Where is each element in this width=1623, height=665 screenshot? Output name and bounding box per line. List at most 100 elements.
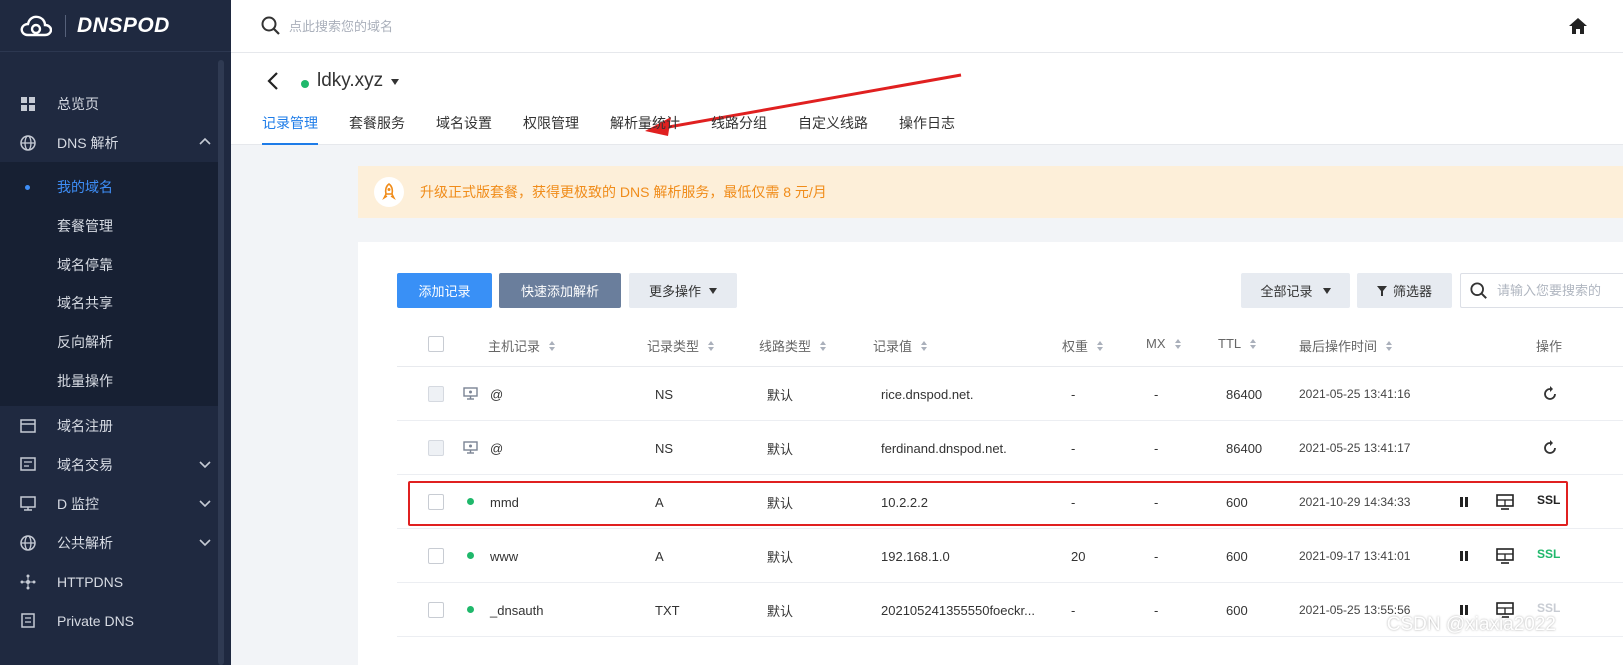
- trade-icon: [20, 457, 36, 473]
- table-row[interactable]: mmd A 默认 10.2.2.2 - - 600 2021-10-29 14:…: [397, 475, 1623, 529]
- cell-mx: -: [1154, 548, 1159, 564]
- chevron-down-icon: [199, 461, 211, 469]
- col-ttl[interactable]: TTL: [1218, 336, 1257, 351]
- row-checkbox[interactable]: [428, 602, 444, 618]
- cell-line: 默认: [767, 441, 794, 457]
- sidebar-item-trade[interactable]: 域名交易: [0, 445, 231, 484]
- search-icon[interactable]: [261, 16, 281, 36]
- tab-records[interactable]: 记录管理: [262, 113, 318, 145]
- ssl-badge[interactable]: SSL: [1537, 601, 1560, 615]
- cell-value: ferdinand.dnspod.net.: [881, 440, 1007, 456]
- sidebar-scrollbar[interactable]: [218, 60, 224, 665]
- ssl-badge[interactable]: SSL: [1537, 493, 1560, 507]
- sidebar-nav: 总览页 DNS 解析 我的域名 套餐管理 域名停靠 域名共享 反向解析 批量操作…: [0, 84, 231, 640]
- col-host[interactable]: 主机记录: [488, 336, 556, 355]
- col-ttl-label: TTL: [1218, 336, 1242, 351]
- select-all-checkbox[interactable]: [428, 336, 444, 352]
- caret-down-icon[interactable]: [390, 78, 400, 86]
- col-line[interactable]: 线路类型: [759, 336, 827, 355]
- sidebar-item-sharing[interactable]: 域名共享: [0, 284, 218, 323]
- table-row[interactable]: www A 默认 192.168.1.0 20 - 600 2021-09-17…: [397, 529, 1623, 583]
- globe-icon: [20, 534, 36, 551]
- tab-domain-settings[interactable]: 域名设置: [436, 113, 492, 145]
- filter-label: 筛选器: [1392, 284, 1432, 299]
- domain-name[interactable]: ldky.xyz: [317, 70, 383, 92]
- refresh-icon[interactable]: [1541, 439, 1559, 457]
- sidebar-item-label: 反向解析: [57, 334, 113, 351]
- sidebar-item-monitor[interactable]: D 监控: [0, 484, 231, 523]
- col-time[interactable]: 最后操作时间: [1299, 336, 1393, 355]
- pause-icon[interactable]: [1455, 547, 1473, 565]
- col-mx[interactable]: MX: [1146, 336, 1181, 351]
- sidebar-item-label: 批量操作: [57, 372, 113, 389]
- domain-search-input[interactable]: [289, 18, 689, 34]
- back-arrow-icon[interactable]: [265, 71, 281, 91]
- cell-type: A: [655, 494, 664, 510]
- table-row[interactable]: @ NS 默认 ferdinand.dnspod.net. - - 86400 …: [397, 421, 1623, 475]
- brand[interactable]: DNSPOD: [0, 0, 231, 52]
- col-ops: 操作: [1536, 336, 1562, 355]
- sidebar-item-dns[interactable]: DNS 解析: [0, 123, 231, 162]
- cell-time: 2021-05-25 13:41:17: [1299, 441, 1411, 455]
- sort-icon: [921, 340, 928, 351]
- col-mx-label: MX: [1146, 336, 1166, 351]
- row-checkbox: [428, 440, 444, 456]
- pause-icon[interactable]: [1455, 493, 1473, 511]
- sidebar-item-parking[interactable]: 域名停靠: [0, 245, 218, 284]
- brand-separator: [65, 14, 66, 37]
- sidebar-item-reverse[interactable]: 反向解析: [0, 323, 218, 362]
- sidebar-item-overview[interactable]: 总览页: [0, 84, 231, 123]
- sidebar-item-httpdns[interactable]: HTTPDNS: [0, 562, 231, 601]
- sidebar-item-label: 我的域名: [57, 179, 113, 196]
- col-time-label: 最后操作时间: [1299, 339, 1378, 354]
- col-value-label: 记录值: [873, 339, 913, 354]
- add-record-button[interactable]: 添加记录: [397, 273, 492, 308]
- cell-mx: -: [1154, 386, 1159, 402]
- ssl-badge[interactable]: SSL: [1537, 547, 1560, 561]
- sidebar-item-batch[interactable]: 批量操作: [0, 361, 218, 400]
- banner-text: 升级正式版套餐，获得更极致的 DNS 解析服务，最低仅需 8 元/月: [420, 184, 827, 200]
- col-value[interactable]: 记录值: [873, 336, 928, 355]
- monitor-icon[interactable]: [1496, 547, 1514, 565]
- cell-time: 2021-05-25 13:41:16: [1299, 387, 1411, 401]
- cell-type: NS: [655, 440, 674, 456]
- cell-value: 192.168.1.0: [881, 548, 950, 564]
- table-row[interactable]: @ NS 默认 rice.dnspod.net. - - 86400 2021-…: [397, 367, 1623, 421]
- sidebar-item-registration[interactable]: 域名注册: [0, 406, 231, 445]
- tab-custom-lines[interactable]: 自定义线路: [798, 113, 868, 145]
- cell-mx: -: [1154, 494, 1159, 510]
- cell-host: @: [490, 440, 504, 456]
- row-checkbox[interactable]: [428, 494, 444, 510]
- cell-value: 202105241355550foeckr...: [881, 602, 1035, 618]
- tab-packages[interactable]: 套餐服务: [349, 113, 405, 145]
- tab-permissions[interactable]: 权限管理: [523, 113, 579, 145]
- all-records-dropdown[interactable]: 全部记录: [1241, 273, 1350, 308]
- refresh-icon[interactable]: [1541, 385, 1559, 403]
- sidebar-item-private-dns[interactable]: Private DNS: [0, 601, 231, 640]
- cell-line: 默认: [767, 495, 794, 511]
- more-actions-button[interactable]: 更多操作: [629, 273, 737, 308]
- sidebar-item-packages[interactable]: 套餐管理: [0, 207, 218, 246]
- active-dot-icon: [25, 185, 30, 190]
- cell-host: @: [490, 386, 504, 402]
- cell-host: mmd: [490, 494, 519, 510]
- filter-button[interactable]: 筛选器: [1357, 273, 1452, 308]
- monitor-icon[interactable]: [1496, 493, 1514, 511]
- upgrade-banner[interactable]: 升级正式版套餐，获得更极致的 DNS 解析服务，最低仅需 8 元/月: [358, 166, 1623, 218]
- quick-add-button[interactable]: 快速添加解析: [499, 273, 621, 308]
- row-checkbox[interactable]: [428, 548, 444, 564]
- tab-line-groups[interactable]: 线路分组: [711, 113, 767, 145]
- enabled-status-dot: [462, 601, 478, 617]
- home-icon[interactable]: [1568, 17, 1588, 35]
- tab-operation-log[interactable]: 操作日志: [899, 113, 955, 145]
- sidebar-item-label: Private DNS: [57, 612, 135, 629]
- sidebar-item-public-dns[interactable]: 公共解析: [0, 523, 231, 562]
- enabled-status-dot: [462, 547, 478, 563]
- sidebar-item-my-domains[interactable]: 我的域名: [0, 168, 218, 207]
- sidebar-item-label: 总览页: [57, 95, 99, 112]
- cell-host: _dnsauth: [490, 602, 544, 618]
- tab-stats[interactable]: 解析量统计: [610, 113, 680, 145]
- col-type[interactable]: 记录类型: [647, 336, 715, 355]
- col-weight[interactable]: 权重: [1062, 336, 1104, 355]
- record-search-input[interactable]: [1497, 283, 1607, 298]
